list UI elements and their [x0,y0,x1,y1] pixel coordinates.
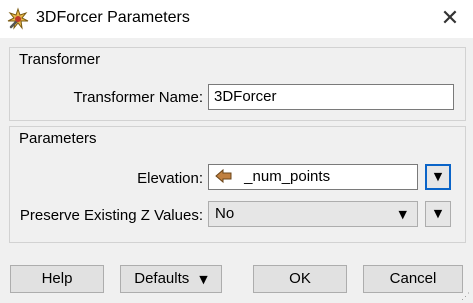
elevation-label: Elevation: [137,170,203,187]
preserve-z-value: No [215,205,235,222]
defaults-button-label: Defaults [134,270,190,287]
elevation-menu-button[interactable]: ▼ [425,164,451,190]
elevation-input[interactable]: _num_points [208,164,418,190]
cancel-button-label: Cancel [389,270,437,287]
attribute-icon [215,168,232,184]
transformer-name-input[interactable]: 3DForcer [208,84,454,110]
preserve-z-label: Preserve Existing Z Values: [19,207,203,224]
cancel-button[interactable]: Cancel [363,265,463,293]
elevation-value: _num_points [244,168,331,185]
preserve-z-select[interactable]: No ▼ [208,201,418,227]
fme-transformer-icon [7,7,29,30]
chevron-down-icon: ▼ [199,273,208,286]
transformer-group-title: Transformer [19,51,101,68]
preserve-z-menu-button[interactable]: ▼ [425,201,451,227]
ok-button-label: OK [289,270,311,287]
chevron-down-icon: ▼ [398,208,407,221]
close-icon[interactable]: ✕ [427,0,473,38]
transformer-name-label: Transformer Name: [73,89,203,106]
transformer-group: Transformer Transformer Name: 3DForcer [9,47,466,121]
title-bar: 3DForcer Parameters ✕ [0,0,473,38]
defaults-button[interactable]: Defaults ▼ [120,265,222,293]
help-button[interactable]: Help [10,265,104,293]
resize-grip-icon[interactable]: ⋰ [461,291,471,301]
help-button-label: Help [41,270,73,287]
window-title: 3DForcer Parameters [36,9,190,26]
ok-button[interactable]: OK [253,265,347,293]
parameters-group-title: Parameters [19,130,97,147]
parameters-group: Parameters Elevation: _num_points ▼ Pres… [9,126,466,243]
